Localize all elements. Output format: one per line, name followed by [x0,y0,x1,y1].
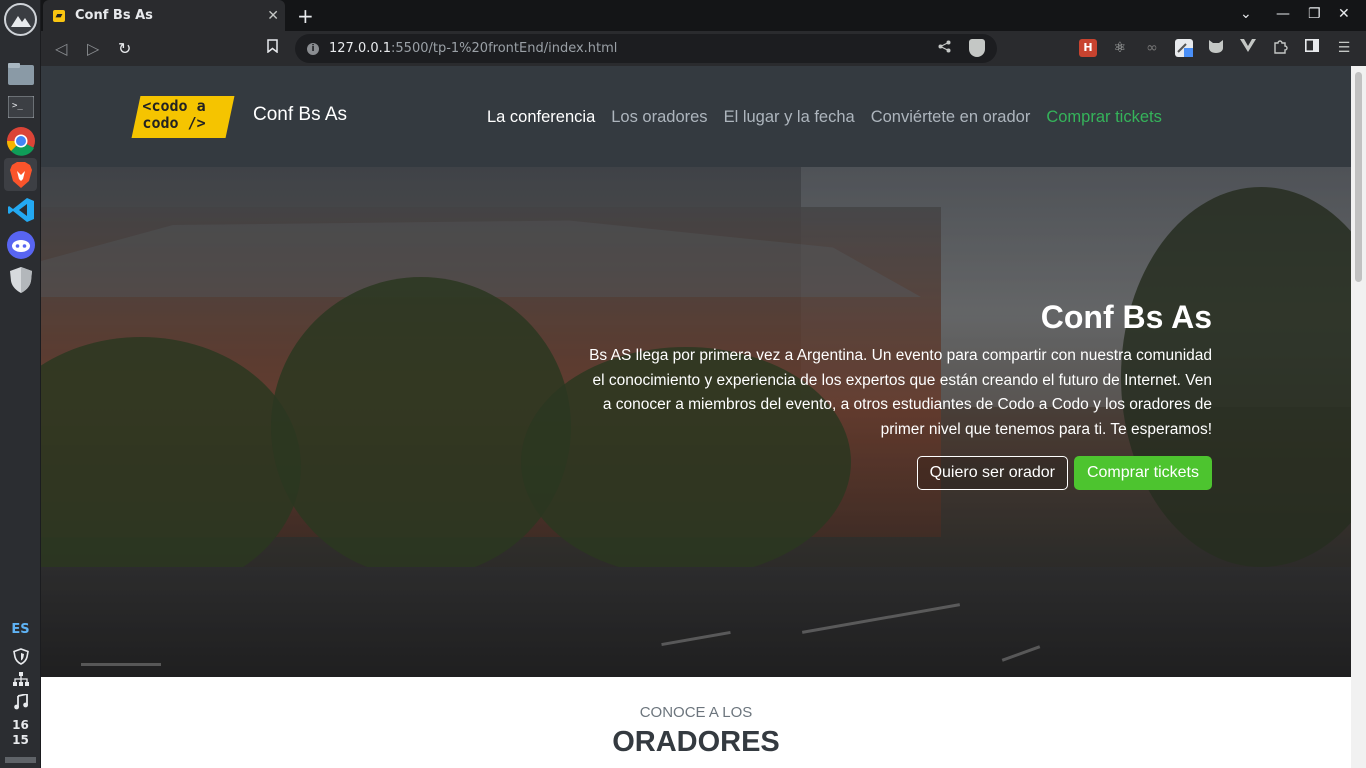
extension-red-icon[interactable]: H [1079,39,1097,57]
address-bar[interactable]: i 127.0.0.1:5500/tp-1%20frontEnd/index.h… [295,34,997,63]
logo-line-1: <codo a [142,97,206,115]
forward-arrow-icon[interactable]: ▷ [87,39,99,58]
site-brand[interactable]: Conf Bs As [253,104,347,126]
security-tray-icon[interactable] [0,648,41,669]
tab-close-icon[interactable]: ✕ [267,8,279,24]
logo-text: <codo a codo /> [142,97,206,132]
nav-link-comprar-tickets[interactable]: Comprar tickets [1046,108,1162,127]
hero-title: Conf Bs As [1040,299,1212,335]
comprar-tickets-button[interactable]: Comprar tickets [1073,456,1212,490]
logo-line-2: codo /> [142,114,206,132]
nav-link-conferencia[interactable]: La conferencia [487,108,595,127]
terminal-app-icon[interactable]: >_ [4,90,37,123]
nav-link-oradores[interactable]: Los oradores [611,108,707,127]
dock-workspace-bar[interactable] [5,757,36,763]
site-favicon-icon: ▰ [53,9,65,22]
quiero-ser-orador-button[interactable]: Quiero ser orador [916,456,1068,490]
brave-app-icon[interactable] [4,158,37,191]
scrollbar-thumb[interactable] [1355,72,1362,282]
minimize-window-icon[interactable]: — [1276,6,1290,22]
shield-app-icon[interactable] [4,263,37,296]
browser-toolbar: ◁ ▷ ↻ i 127.0.0.1:5500/tp-1%20frontEnd/i… [41,31,1366,66]
network-tray-icon[interactable] [0,672,41,691]
speakers-subtitle: CONOCE A LOS [639,704,753,721]
page-viewport: <codo a codo /> Conf Bs As La conferenci… [41,66,1351,768]
music-tray-icon[interactable] [0,692,41,714]
chrome-app-icon[interactable] [4,124,37,157]
clock-minute: 15 [12,733,29,747]
clock[interactable]: 16 15 [0,718,41,748]
reload-icon[interactable]: ↻ [118,39,131,58]
discord-app-icon[interactable] [4,228,37,261]
speakers-title: ORADORES [612,726,780,758]
nav-link-orador[interactable]: Conviértete en orador [871,108,1031,127]
extension-glasses-icon[interactable]: ∞ [1143,39,1161,57]
launcher-logo-icon[interactable] [4,3,37,36]
site-info-icon[interactable]: i [307,42,319,55]
vue-devtools-icon[interactable] [1239,39,1257,57]
site-nav-links: La conferencia Los oradores El lugar y l… [487,108,1162,127]
hero-line: Bs AS llega por primera vez a Argentina.… [589,347,1212,364]
hero-section: Conf Bs As Bs AS llega por primera vez a… [41,167,1351,677]
os-dock: >_ ES 16 15 [0,0,41,768]
hero-line: el conocimiento y experiencia de los exp… [592,371,1212,389]
site-navbar: <codo a codo /> Conf Bs As La conferenci… [41,66,1351,167]
share-icon[interactable] [938,40,951,57]
hero-line: primer nivel que tenemos para ti. Te esp… [880,420,1212,438]
hero-line: a conocer a miembros del evento, a otros… [602,396,1212,413]
sidebar-toggle-icon[interactable] [1303,39,1321,57]
bookmark-icon[interactable] [267,39,278,57]
svg-text:>_: >_ [12,101,23,111]
url-host: 127.0.0.1 [329,41,392,56]
react-devtools-icon[interactable]: ⚛ [1111,39,1129,57]
files-app-icon[interactable] [4,57,37,90]
nav-link-lugar-fecha[interactable]: El lugar y la fecha [724,108,855,127]
page-scrollbar[interactable] [1351,66,1366,768]
extension-color-picker-icon[interactable] [1175,39,1193,57]
restore-window-icon[interactable]: ❐ [1308,6,1321,22]
brave-shields-icon[interactable] [969,39,985,57]
tab-title: Conf Bs As [75,8,153,23]
tab-search-chevron-icon[interactable]: ⌄ [1240,6,1252,22]
codo-a-codo-logo[interactable]: <codo a codo /> [131,96,235,138]
keyboard-language-indicator[interactable]: ES [0,622,41,637]
vscode-app-icon[interactable] [4,193,37,226]
tab-conf-bs-as[interactable]: ▰ Conf Bs As ✕ [43,0,285,31]
url-path: :5500/tp-1%20frontEnd/index.html [391,41,618,56]
menu-hamburger-icon[interactable]: ☰ [1335,39,1353,57]
extensions-puzzle-icon[interactable] [1271,39,1289,57]
hero-description: Bs AS llega por primera vez a Argentina.… [552,344,1212,442]
hero-content: Conf Bs As Bs AS llega por primera vez a… [552,299,1212,490]
extension-cat-icon[interactable] [1207,39,1225,57]
clock-hour: 16 [12,718,29,732]
browser-tabstrip: ▰ Conf Bs As ✕ + ⌄ — ❐ ✕ [41,0,1366,31]
new-tab-button[interactable]: + [297,4,314,28]
hero-buttons: Quiero ser orador Comprar tickets [552,456,1212,490]
back-arrow-icon[interactable]: ◁ [55,39,67,58]
close-window-icon[interactable]: ✕ [1338,6,1350,22]
